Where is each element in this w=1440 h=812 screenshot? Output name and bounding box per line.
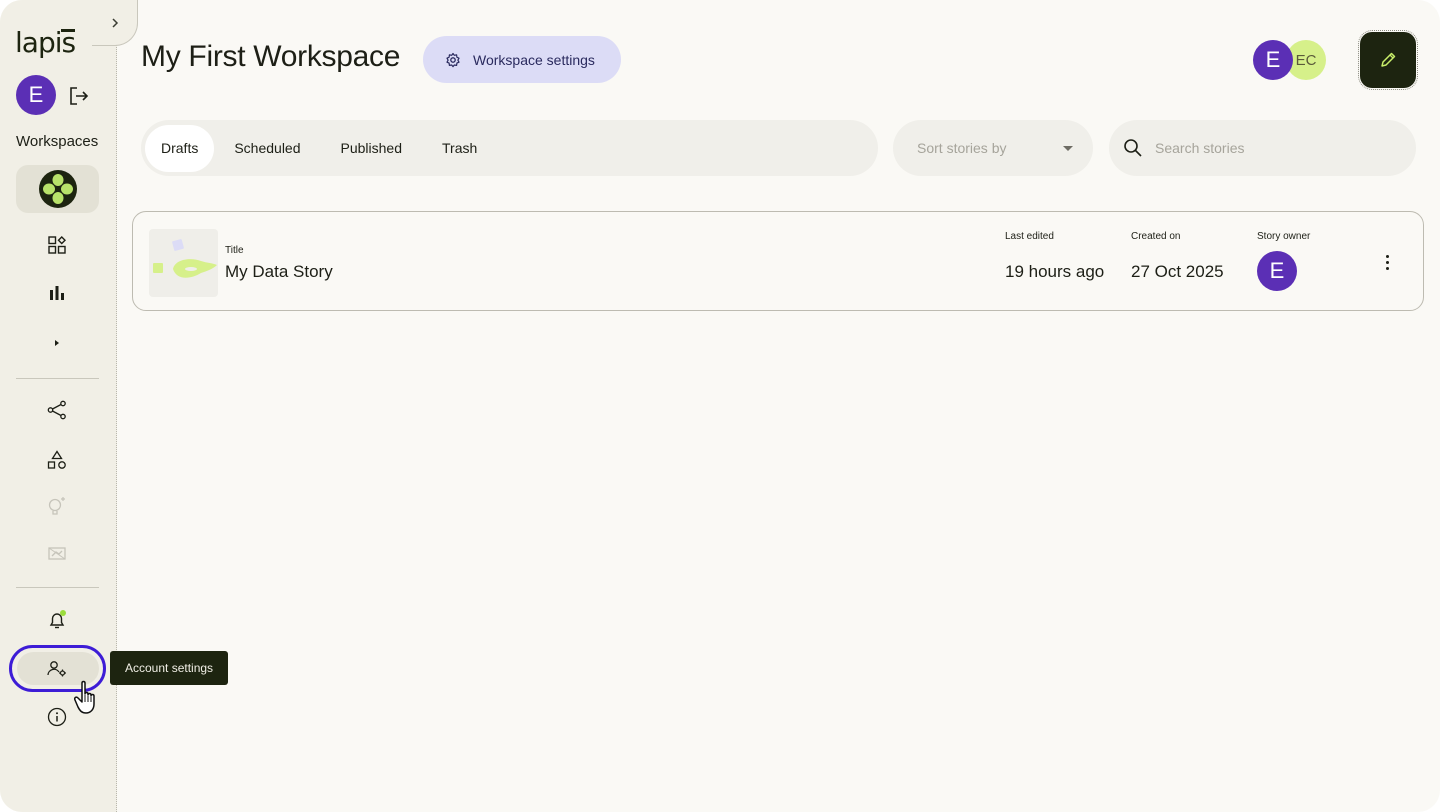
gear-icon — [446, 52, 460, 67]
workspace-logo-icon — [38, 170, 77, 208]
workspace-settings-label: Workspace settings — [473, 51, 595, 68]
last-edited-value: 19 hours ago — [1005, 262, 1105, 281]
sidebar-divider — [16, 587, 99, 588]
page-title: My First Workspace — [141, 40, 401, 73]
user-avatar[interactable]: E — [16, 75, 56, 115]
idea-icon — [45, 494, 69, 518]
sort-dropdown[interactable]: Sort stories by — [893, 120, 1093, 176]
caret-down-icon — [1063, 146, 1073, 151]
owner-label: Story owner — [1257, 231, 1311, 242]
collaborator-avatar[interactable]: E — [1253, 40, 1293, 80]
share-icon[interactable] — [45, 398, 69, 422]
bell-icon[interactable] — [45, 608, 69, 632]
shapes-icon[interactable] — [45, 448, 69, 472]
search-input[interactable] — [1155, 140, 1375, 156]
info-icon[interactable] — [45, 705, 69, 729]
chevron-right-icon — [111, 17, 118, 28]
sidebar-divider — [16, 378, 99, 379]
tab-drafts[interactable]: Drafts — [145, 124, 215, 172]
tab-trash[interactable]: Trash — [422, 125, 497, 172]
caret-right-icon[interactable] — [45, 331, 69, 355]
workspace-settings-button[interactable]: Workspace settings — [423, 36, 621, 83]
lapis-logo: lapis — [15, 26, 76, 59]
bar-chart-icon[interactable] — [45, 281, 69, 305]
owner-avatar: E — [1257, 251, 1297, 291]
title-label: Title — [225, 245, 244, 256]
created-label: Created on — [1131, 231, 1181, 242]
hand-cursor-icon — [74, 680, 95, 714]
story-thumbnail — [149, 229, 218, 297]
story-tabs: Drafts Scheduled Published Trash — [141, 120, 878, 176]
account-settings-tooltip: Account settings — [110, 651, 229, 685]
more-options-icon[interactable] — [1377, 250, 1397, 274]
workspaces-label: Workspaces — [16, 133, 99, 150]
account-settings-icon[interactable] — [45, 657, 69, 681]
logout-icon[interactable] — [68, 85, 90, 107]
last-edited-label: Last edited — [1005, 231, 1054, 242]
pencil-icon — [1381, 52, 1396, 67]
sort-placeholder: Sort stories by — [917, 140, 1007, 156]
app-window: lapis E Workspaces Account settings My F… — [0, 0, 1440, 812]
expand-sidebar-button[interactable] — [92, 0, 138, 46]
story-card[interactable]: Title My Data Story Last edited 19 hours… — [132, 211, 1424, 311]
new-story-button[interactable] — [1358, 30, 1418, 90]
apps-grid-icon[interactable] — [45, 233, 69, 257]
workspace-tile[interactable] — [16, 165, 99, 213]
search-bar — [1109, 120, 1416, 176]
presentation-icon — [45, 542, 69, 566]
story-title[interactable]: My Data Story — [225, 262, 333, 282]
tab-published[interactable]: Published — [321, 125, 423, 172]
created-value: 27 Oct 2025 — [1131, 262, 1224, 281]
tab-scheduled[interactable]: Scheduled — [214, 125, 320, 172]
search-icon — [1124, 139, 1142, 157]
